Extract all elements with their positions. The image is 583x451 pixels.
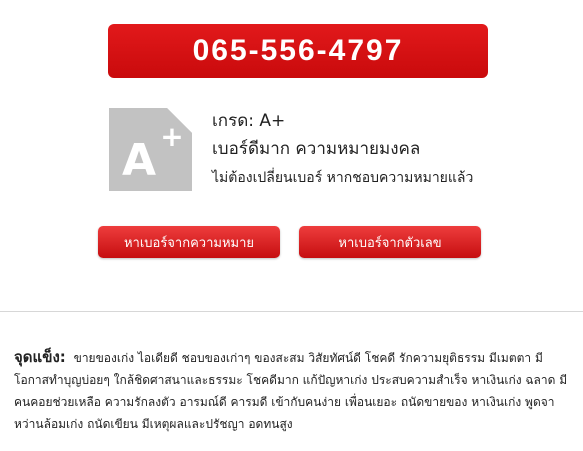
phone-number: 065-556-4797 [192,34,404,67]
phone-number-banner: 065-556-4797 [108,24,488,78]
grade-meaning: เบอร์ดีมาก ความหมายมงคล [212,139,421,159]
grade-note: ไม่ต้องเปลี่ยนเบอร์ หากชอบความหมายแล้ว [212,170,474,186]
grade-badge-icon: A + [109,108,192,191]
strengths-section: จุดแข็ง: ขายของเก่ง ไอเดียดี ชอบของเก่าๆ… [14,346,574,435]
search-by-digits-button[interactable]: หาเบอร์จากตัวเลข [299,226,481,258]
strengths-text: ขายของเก่ง ไอเดียดี ชอบของเก่าๆ ของสะสม … [14,351,568,431]
grade-badge-plus: + [160,120,183,153]
grade-info: เกรด: A+ เบอร์ดีมาก ความหมายมงคล ไม่ต้อง… [212,110,572,188]
grade-badge-letter: A [122,135,156,186]
grade-badge-graphic: A + [122,120,184,186]
grade-line: เกรด: A+ [212,111,286,131]
section-divider [0,311,583,312]
search-by-meaning-button[interactable]: หาเบอร์จากความหมาย [98,226,280,258]
strengths-label: จุดแข็ง: [14,348,66,366]
